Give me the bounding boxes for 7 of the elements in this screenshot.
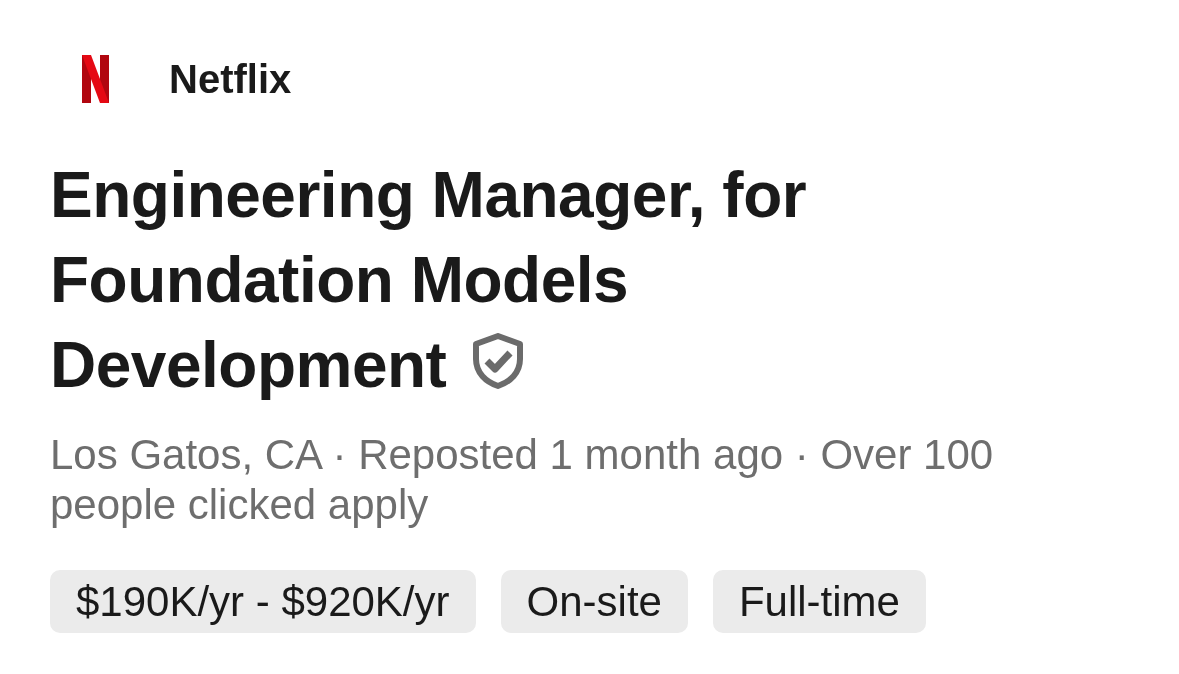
job-tag: $190K/yr - $920K/yr [50, 570, 476, 633]
job-title: Engineering Manager, for Foundation Models Development [50, 159, 807, 401]
job-meta-text: Los Gatos, CA · Reposted 1 month ago · Over 100 people clicked apply [50, 430, 995, 530]
job-tag: On-site [500, 570, 688, 633]
job-tag: Full-time [712, 570, 926, 633]
company-name[interactable]: Netflix [169, 59, 292, 99]
netflix-logo [82, 55, 109, 103]
